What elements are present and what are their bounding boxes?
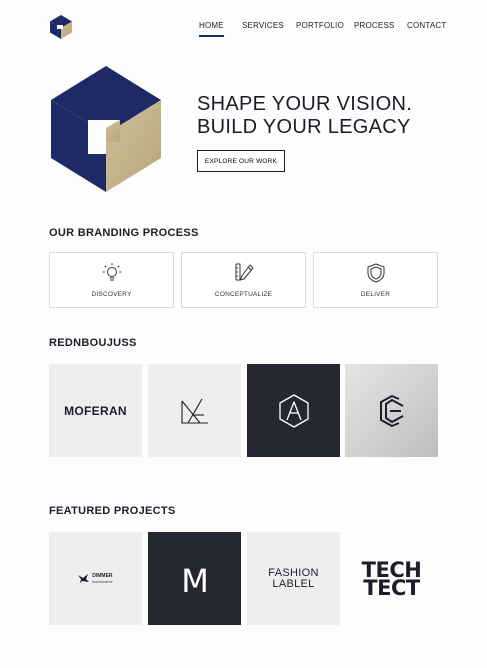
shield-icon [367, 263, 384, 283]
dimmer-name: DIMMER [92, 572, 113, 579]
pencil-ruler-icon [235, 263, 253, 281]
hexagon-e-icon [379, 394, 403, 427]
brand-tile-moferan[interactable]: MOFERAN [49, 364, 142, 457]
process-card-conceptualize[interactable]: CONCEPTUALIZE [181, 252, 306, 308]
tech-wordmark: TECH TECT [362, 559, 422, 600]
brand-tile-mountain[interactable] [148, 364, 241, 457]
hero-title: SHAPE YOUR VISION. BUILD YOUR LEGACY [197, 93, 457, 139]
fashion-line1: FASHION [268, 566, 319, 579]
project-tile-tech[interactable]: TECH TECT [345, 532, 438, 625]
hexagon-p-logo-icon[interactable] [48, 14, 74, 40]
nav-process[interactable]: PROCESS [354, 21, 395, 30]
mountain-x-icon [180, 398, 208, 424]
explore-work-button[interactable]: EXPLORE OUR WORK [197, 150, 285, 172]
hexagon-a-icon [278, 393, 309, 428]
m-monogram-icon: M [181, 562, 209, 596]
process-title: OUR BRANDING PROCESS [49, 227, 199, 239]
dimmer-logo: DIMMER fashionable [78, 572, 113, 585]
bird-icon [78, 574, 90, 583]
brand-tile-hexagon-e[interactable] [345, 364, 438, 457]
lightbulb-icon [102, 263, 121, 281]
process-label: DISCOVERY [91, 291, 132, 298]
hexagon-p-logo-icon [51, 66, 161, 192]
fashion-line2: LABLEL [272, 577, 315, 590]
brands-title: REDNBOUJUSS [49, 337, 137, 349]
hero-title-line1: SHAPE YOUR VISION. [197, 93, 413, 115]
process-label: CONCEPTUALIZE [214, 291, 273, 298]
fashion-wordmark: FASHION LABLEL [268, 566, 319, 590]
featured-title: FEATURED PROJECTS [49, 505, 176, 517]
dimmer-tagline: fashionable [92, 578, 113, 584]
brand-wordmark: MOFERAN [64, 403, 127, 418]
hero-title-line2: BUILD YOUR LEGACY [197, 116, 411, 138]
project-tile-dimmer[interactable]: DIMMER fashionable [49, 532, 142, 625]
process-card-deliver[interactable]: DELIVER [313, 252, 438, 308]
tech-line2: TECT [363, 575, 420, 600]
process-card-discovery[interactable]: DISCOVERY [49, 252, 174, 308]
project-tile-fashion[interactable]: FASHION LABLEL [247, 532, 340, 625]
brand-tile-hexagon-a[interactable] [247, 364, 340, 457]
process-label: DELIVER [360, 291, 391, 298]
project-tile-m[interactable]: M [148, 532, 241, 625]
svg-text:M: M [181, 562, 209, 596]
nav-contact[interactable]: CONTACT [407, 21, 446, 30]
nav-services[interactable]: SERVICES [242, 21, 284, 30]
nav-portfolio[interactable]: PORTFOLIO [296, 21, 344, 30]
nav-home[interactable]: HOME [199, 21, 224, 37]
